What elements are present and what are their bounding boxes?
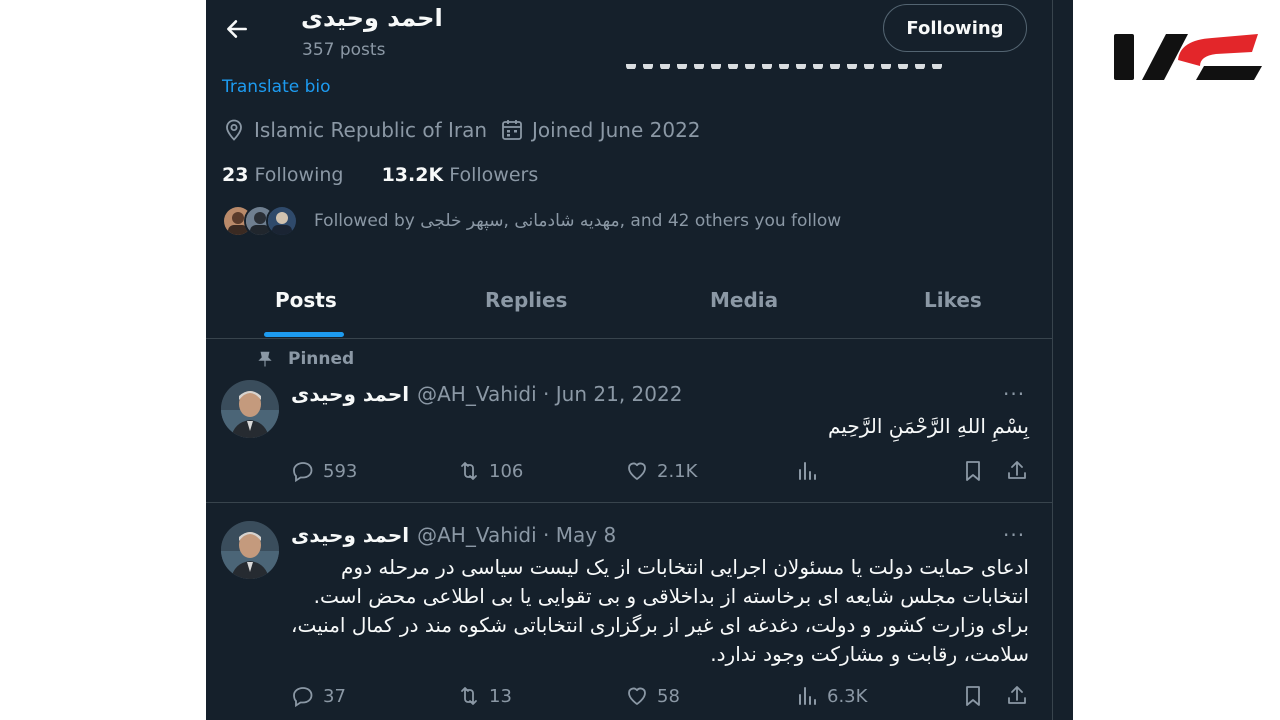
views-count: 6.3K: [827, 685, 868, 707]
like-count: 58: [657, 685, 680, 707]
more-options-icon[interactable]: ···: [1003, 523, 1025, 547]
tweet-author-name[interactable]: احمد وحیدی: [291, 523, 409, 547]
like-action[interactable]: 2.1K: [625, 459, 697, 483]
like-count: 2.1K: [657, 460, 698, 482]
tweet-header: احمد وحیدی @AH_Vahidi · May 8: [291, 523, 617, 547]
tab-media[interactable]: Media: [710, 288, 778, 312]
more-options-icon[interactable]: ···: [1003, 382, 1025, 406]
tweet-date[interactable]: Jun 21, 2022: [556, 382, 683, 406]
reply-icon: [293, 687, 313, 708]
followers-stat[interactable]: 13.2K Followers: [382, 164, 539, 186]
share-icon[interactable]: [1005, 684, 1029, 708]
followers-count: 13.2K: [381, 164, 444, 186]
views-action[interactable]: [795, 459, 827, 483]
tweet-actions: 37 13 58 6.3K: [291, 684, 1031, 710]
site-logo: [1114, 34, 1262, 80]
follower-avatar: [266, 205, 298, 237]
like-action[interactable]: 58: [625, 684, 680, 708]
joined-text: Joined June 2022: [532, 118, 701, 142]
tab-likes[interactable]: Likes: [924, 288, 982, 312]
views-icon: [799, 462, 816, 480]
avatar[interactable]: [221, 521, 279, 579]
repost-count: 106: [489, 460, 524, 482]
like-icon: [628, 462, 646, 480]
location-pin-icon: [226, 119, 242, 141]
repost-count: 13: [489, 685, 512, 707]
following-button[interactable]: Following: [883, 4, 1027, 52]
repost-action[interactable]: 106: [457, 459, 523, 483]
bookmark-icon[interactable]: [961, 684, 985, 708]
pinned-label: Pinned: [256, 349, 354, 369]
followed-by-text: Followed by مهدیه شادمانی ,سپهر خلجی, an…: [314, 211, 842, 231]
profile-panel: احمد وحیدی 357 posts Following Translate…: [206, 0, 1073, 720]
repost-icon: [461, 687, 477, 705]
tweet-text: ادعای حمایت دولت یا مسئولان اجرایی انتخا…: [291, 555, 1029, 666]
bookmark-icon[interactable]: [961, 459, 985, 483]
tweet-date[interactable]: May 8: [556, 523, 616, 547]
tweet-author-name[interactable]: احمد وحیدی: [291, 382, 409, 406]
following-stat[interactable]: 23 Following: [222, 164, 343, 186]
tab-replies[interactable]: Replies: [485, 288, 567, 312]
reply-icon: [293, 462, 313, 483]
pinned-text: Pinned: [288, 349, 355, 369]
tab-posts[interactable]: Posts: [275, 288, 337, 312]
location-text: Islamic Republic of Iran: [254, 118, 488, 142]
tweet-header: احمد وحیدی @AH_Vahidi · Jun 21, 2022: [291, 382, 683, 406]
following-label: Following: [254, 164, 344, 186]
repost-action[interactable]: 13: [457, 684, 512, 708]
reply-count: 37: [323, 685, 346, 707]
translate-bio-link[interactable]: Translate bio: [222, 77, 331, 97]
avatar[interactable]: [221, 380, 279, 438]
header-profile-name: احمد وحیدی: [301, 4, 443, 32]
back-arrow-icon[interactable]: [224, 16, 250, 42]
tweet-text: بِسْمِ اللهِ الرَّحْمَنِ الرَّحِيم: [827, 414, 1029, 438]
active-tab-indicator: [264, 332, 344, 337]
following-count: 23: [222, 164, 249, 186]
calendar-icon: [502, 120, 522, 140]
tweet-divider: [206, 502, 1053, 503]
followed-by-row[interactable]: Followed by مهدیه شادمانی ,سپهر خلجی, an…: [222, 205, 841, 237]
pin-icon: [258, 351, 272, 367]
profile-joined: Joined June 2022: [500, 118, 701, 142]
followers-label: Followers: [449, 164, 539, 186]
header-posts-count: 357 posts: [302, 40, 386, 60]
reply-action[interactable]: 37: [291, 684, 346, 708]
tweet-actions: 593 106 2.1K: [291, 459, 1031, 485]
reply-count: 593: [323, 460, 358, 482]
tweet-handle[interactable]: @AH_Vahidi: [417, 382, 537, 406]
views-icon: [799, 687, 816, 705]
share-icon[interactable]: [1005, 459, 1029, 483]
profile-location: Islamic Republic of Iran: [222, 118, 487, 142]
repost-icon: [461, 462, 477, 480]
tweet-handle[interactable]: @AH_Vahidi: [417, 523, 537, 547]
profile-tabs: Posts Replies Media Likes: [206, 270, 1053, 339]
bio-text-fragment: [626, 55, 1006, 69]
like-icon: [628, 687, 646, 705]
follow-stats: 23 Following 13.2K Followers: [222, 164, 538, 186]
reply-action[interactable]: 593: [291, 459, 357, 483]
views-action[interactable]: 6.3K: [795, 684, 867, 708]
